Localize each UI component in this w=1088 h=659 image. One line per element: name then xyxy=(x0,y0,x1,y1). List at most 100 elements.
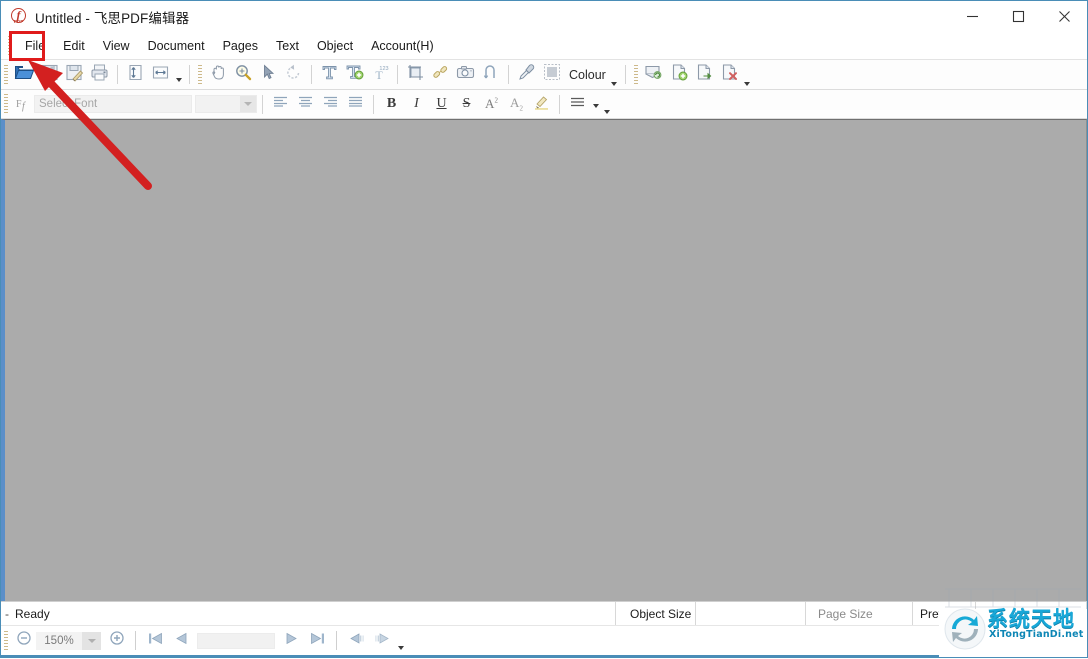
print-button[interactable] xyxy=(87,62,112,87)
next-view-button[interactable] xyxy=(369,629,395,653)
page-fit-dropdown[interactable] xyxy=(173,62,184,87)
menu-item-text[interactable]: Text xyxy=(267,35,308,57)
navbar-grip[interactable] xyxy=(4,631,8,651)
zoom-out-icon xyxy=(16,630,32,651)
edit-text-button[interactable] xyxy=(342,62,367,87)
document-canvas[interactable] xyxy=(1,119,1087,601)
menu-item-view[interactable]: View xyxy=(94,35,139,57)
menu-item-edit[interactable]: Edit xyxy=(54,35,94,57)
highlight-button[interactable] xyxy=(529,93,554,115)
window-controls xyxy=(949,1,1087,32)
menu-item-account[interactable]: Account(H) xyxy=(362,35,443,57)
menu-item-file[interactable]: File xyxy=(16,35,54,57)
save-button[interactable] xyxy=(37,62,62,87)
menu-item-object[interactable]: Object xyxy=(308,35,362,57)
svg-text:123: 123 xyxy=(379,66,388,72)
page-tools-dropdown[interactable] xyxy=(742,62,753,87)
font-toolbar-grip[interactable] xyxy=(4,94,8,114)
underline-button[interactable]: U xyxy=(429,93,454,115)
menu-bar: File Edit View Document Pages Text Objec… xyxy=(1,32,1087,60)
pdf-app-icon: f PDF xyxy=(10,8,28,26)
subscript-button[interactable]: A2 xyxy=(504,93,529,115)
close-button[interactable] xyxy=(1041,1,1087,32)
fit-page-width-button[interactable] xyxy=(148,62,173,87)
status-page-size-label: Page Size xyxy=(806,602,913,625)
menubar-grip[interactable] xyxy=(8,36,12,56)
save-icon xyxy=(40,63,59,87)
align-left-icon xyxy=(273,95,288,113)
status-bar: - Ready Object Size Page Size Preview xyxy=(1,601,1087,625)
rotate-button[interactable] xyxy=(281,62,306,87)
link-button[interactable] xyxy=(428,62,453,87)
zoom-level-dropdown[interactable] xyxy=(82,632,101,650)
previous-view-button[interactable] xyxy=(343,629,369,653)
last-page-button[interactable] xyxy=(304,629,330,653)
font-size-dropdown-icon[interactable] xyxy=(240,96,256,112)
page-refresh-button[interactable] xyxy=(642,62,667,87)
open-file-button[interactable] xyxy=(12,62,37,87)
next-page-icon xyxy=(283,631,300,651)
hand-tool-button[interactable] xyxy=(206,62,231,87)
zoom-tool-button[interactable] xyxy=(231,62,256,87)
main-toolbar-grip[interactable] xyxy=(4,65,8,85)
page-tools-grip[interactable] xyxy=(634,65,638,85)
text-order-button[interactable]: T 123 xyxy=(367,62,392,87)
font-size-input[interactable] xyxy=(195,95,257,113)
zoom-out-button[interactable] xyxy=(12,629,36,653)
align-left-button[interactable] xyxy=(268,93,293,115)
navbar-overflow[interactable] xyxy=(395,629,406,653)
save-as-button[interactable] xyxy=(62,62,87,87)
select-pointer-button[interactable] xyxy=(256,62,281,87)
add-text-button[interactable] xyxy=(317,62,342,87)
page-export-button[interactable] xyxy=(692,62,717,87)
status-end-cell xyxy=(976,602,1087,625)
window-title: Untitled - 飞思PDF编辑器 xyxy=(35,7,189,27)
print-icon xyxy=(90,63,109,87)
bold-button[interactable]: B xyxy=(379,93,404,115)
page-add-icon xyxy=(670,63,689,87)
camera-snapshot-button[interactable] xyxy=(453,62,478,87)
minimize-icon xyxy=(966,10,979,23)
first-page-button[interactable] xyxy=(142,629,168,653)
text-order-icon: T 123 xyxy=(370,63,389,87)
line-spacing-button[interactable] xyxy=(565,93,590,115)
font-toolbar-overflow[interactable] xyxy=(601,93,612,115)
menu-item-document[interactable]: Document xyxy=(139,35,214,57)
align-center-icon xyxy=(298,95,313,113)
eyedropper-button[interactable] xyxy=(514,62,539,87)
maximize-button[interactable] xyxy=(995,1,1041,32)
tool-group-grip[interactable] xyxy=(198,65,202,85)
next-page-button[interactable] xyxy=(278,629,304,653)
curve-button[interactable] xyxy=(478,62,503,87)
page-number-input[interactable] xyxy=(197,633,275,649)
next-view-icon xyxy=(373,631,392,651)
zoom-in-button[interactable] xyxy=(105,629,129,653)
fit-page-height-icon xyxy=(126,63,145,87)
colour-swatch-button[interactable] xyxy=(539,62,564,87)
superscript-button[interactable]: A2 xyxy=(479,93,504,115)
maximize-icon xyxy=(1012,10,1025,23)
font-family-input[interactable]: Select Font xyxy=(34,95,192,113)
previous-page-button[interactable] xyxy=(168,629,194,653)
previous-page-icon xyxy=(173,631,190,651)
crop-button[interactable] xyxy=(403,62,428,87)
toolbar-separator xyxy=(311,65,312,84)
colour-dropdown[interactable] xyxy=(609,62,620,87)
line-spacing-dropdown[interactable] xyxy=(590,93,601,115)
page-delete-button[interactable] xyxy=(717,62,742,87)
italic-button[interactable]: I xyxy=(404,93,429,115)
zoom-level-value[interactable]: 150% xyxy=(36,632,82,650)
fit-page-height-button[interactable] xyxy=(123,62,148,87)
page-add-button[interactable] xyxy=(667,62,692,87)
strikethrough-button[interactable]: S xyxy=(454,93,479,115)
eyedropper-icon xyxy=(517,63,536,87)
align-justify-button[interactable] xyxy=(343,93,368,115)
menu-item-pages[interactable]: Pages xyxy=(214,35,267,57)
align-center-button[interactable] xyxy=(293,93,318,115)
toolbar-separator xyxy=(189,65,190,84)
colour-label: Colour xyxy=(569,68,606,82)
minimize-button[interactable] xyxy=(949,1,995,32)
align-right-button[interactable] xyxy=(318,93,343,115)
link-icon xyxy=(431,63,450,87)
first-page-icon xyxy=(147,631,164,651)
